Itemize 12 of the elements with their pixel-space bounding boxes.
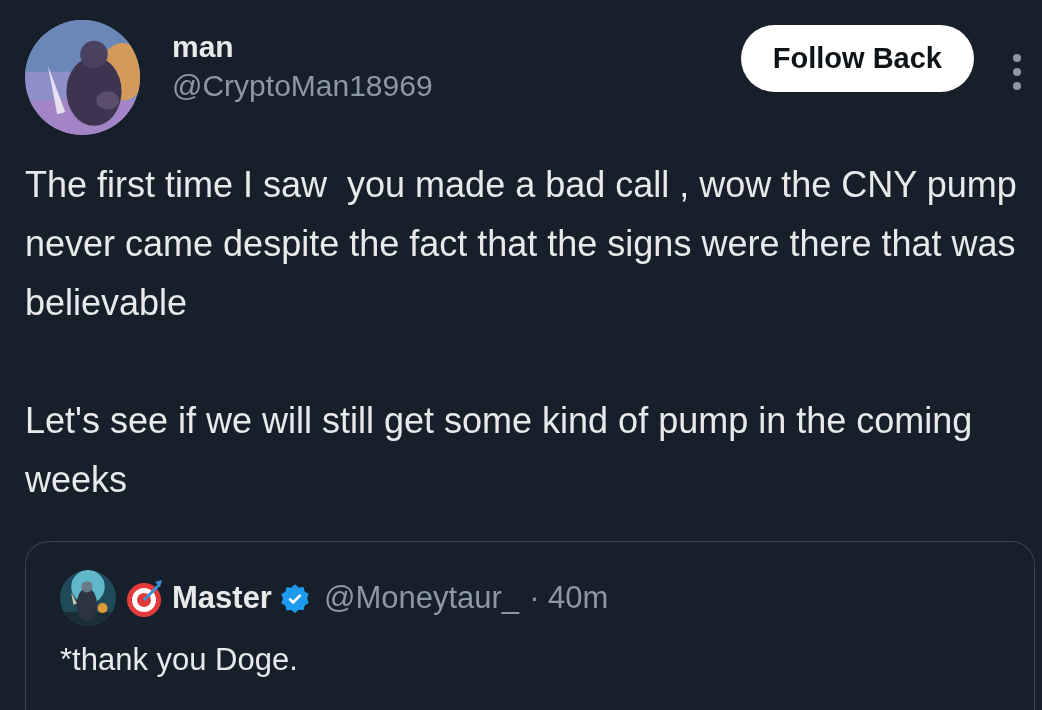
author-name: man: [172, 29, 235, 65]
tweet-text: Let's see if we will still get some kind of pump in the coming weeks: [25, 399, 974, 502]
follow-back-button[interactable]: Follow Back: [740, 25, 974, 92]
quoted-tweet-text: *thank you Doge.: [60, 641, 299, 679]
quoted-tweet-card[interactable]: Master @Moneytaur_ · 40m *thank you Doge.: [25, 541, 1035, 710]
author-handle: @CryptoMan18969: [172, 68, 433, 104]
quoted-author-handle: @Moneytaur_: [323, 580, 520, 616]
target-icon: [124, 578, 164, 618]
quoted-author-name: Master: [172, 580, 272, 616]
tweet-text: The first time I saw you made a bad call , wow the CNY pump never came despite the fact that the signs were there that was believable: [25, 163, 1018, 325]
timestamp: · 40m: [529, 580, 609, 616]
more-icon[interactable]: [1012, 52, 1022, 92]
